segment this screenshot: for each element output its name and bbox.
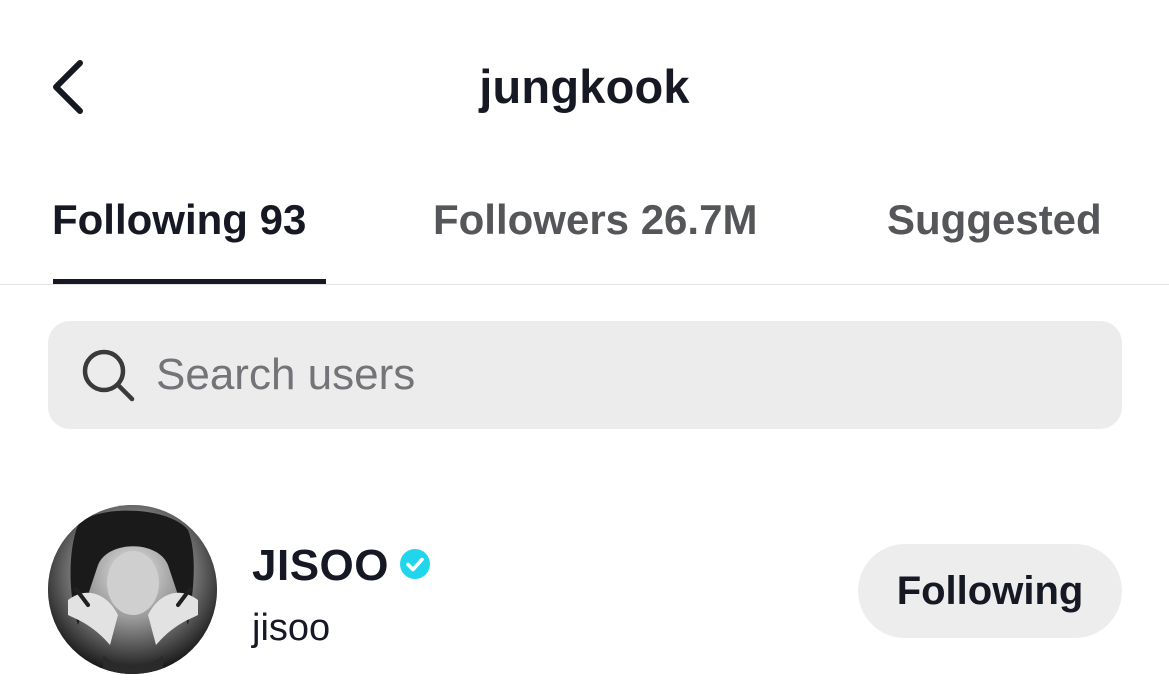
page-title: jungkook (479, 60, 690, 113)
tab-followers[interactable]: Followers 26.7M (433, 192, 757, 248)
following-list-screen: jungkook Following 93 Followers 26.7M Su… (0, 0, 1169, 700)
tab-following[interactable]: Following 93 (52, 192, 306, 248)
tabs-divider (0, 284, 1169, 285)
following-button[interactable]: Following (858, 544, 1122, 638)
avatar[interactable] (48, 505, 217, 674)
tab-bar: Following 93 Followers 26.7M Suggested (0, 192, 1169, 252)
tab-suggested[interactable]: Suggested (887, 192, 1102, 248)
avatar-image (48, 505, 217, 674)
verified-badge-icon (400, 549, 430, 579)
user-username: jisoo (252, 607, 331, 649)
search-icon (82, 349, 135, 402)
user-display-name: JISOO (252, 541, 389, 590)
search-input[interactable] (156, 344, 1056, 406)
